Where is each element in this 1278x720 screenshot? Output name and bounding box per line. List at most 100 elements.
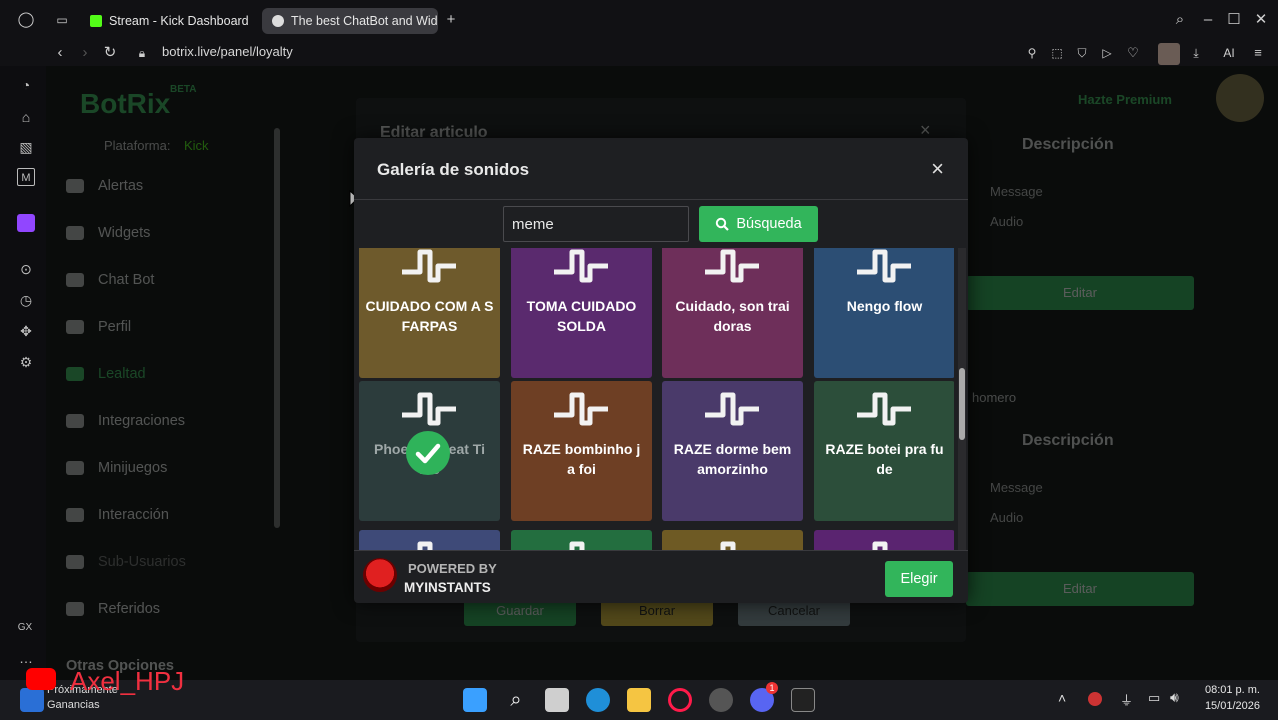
close-icon[interactable]: × — [931, 156, 944, 182]
minimize-icon[interactable]: – — [1198, 10, 1218, 30]
speed-dial-icon[interactable]: ◔ — [17, 76, 35, 94]
sidebar-item-lealtad[interactable]: Lealtad — [66, 366, 146, 382]
windows-start-icon[interactable] — [463, 688, 487, 712]
bag-icon[interactable]: ⌂ — [17, 108, 35, 126]
limiter-icon[interactable]: ▧ — [17, 138, 35, 156]
ai-button[interactable]: AI — [1214, 43, 1244, 63]
browser-sidebar: ◔ ⌂ ▧ M ⊙ ◷ ✥ ⚙ GX … — [0, 66, 46, 680]
maximize-icon[interactable]: ☐ — [1224, 10, 1244, 30]
premium-link[interactable]: Hazte Premium — [1078, 92, 1172, 107]
taskbar-time[interactable]: 08:01 p. m. — [1205, 684, 1260, 696]
sidebar-item-minijuegos[interactable]: Minijuegos — [66, 460, 167, 476]
m-icon[interactable]: M — [17, 168, 35, 186]
profile-avatar[interactable] — [1158, 43, 1180, 65]
sound-card[interactable] — [662, 530, 803, 550]
editar-button-2[interactable]: Editar — [966, 572, 1194, 606]
tray-chevron-icon[interactable]: ˄ — [1058, 690, 1066, 706]
sound-card-label: CUIDADO COM A S FARPAS — [365, 298, 494, 334]
sound-wave-icon — [417, 541, 433, 550]
message-option-2[interactable]: Message — [990, 480, 1043, 495]
sidebar-item-subusuarios[interactable]: Sub-Usuarios — [66, 554, 186, 570]
shield-icon[interactable]: ⛉ — [1072, 43, 1092, 63]
tray-app-icon[interactable] — [1088, 692, 1102, 706]
sound-card[interactable]: RAZE bombinho j a foi — [511, 381, 652, 521]
sidebar-item-integraciones[interactable]: Integraciones — [66, 413, 185, 429]
opera-menu-icon[interactable]: ◯ — [16, 10, 36, 30]
opera-gx-icon[interactable] — [668, 688, 692, 712]
twitch-icon[interactable] — [17, 214, 35, 232]
audio-option-2[interactable]: Audio — [990, 510, 1023, 525]
play-icon[interactable]: ▷ — [1097, 43, 1117, 63]
chrome-icon[interactable] — [709, 688, 733, 712]
extensions-icon[interactable]: ✥ — [17, 322, 35, 340]
sidebar-item-perfil[interactable]: Perfil — [66, 319, 131, 335]
sound-card[interactable]: RAZE botei pra fu de — [814, 381, 954, 521]
epic-games-icon[interactable] — [791, 688, 815, 712]
edge-icon[interactable] — [586, 688, 610, 712]
taskbar-date[interactable]: 15/01/2026 — [1205, 700, 1260, 712]
microphone-icon[interactable]: ⏚ — [1120, 690, 1133, 709]
close-window-icon[interactable]: ✕ — [1251, 10, 1271, 30]
search-taskbar-icon[interactable]: ⌕ — [504, 688, 528, 712]
sound-card[interactable] — [359, 530, 500, 550]
sound-card[interactable] — [814, 530, 954, 550]
address-bar: ‹ › ↻ 🔒︎ botrix.live/panel/loyalty ⚲ ⬚ ⛉… — [0, 40, 1278, 66]
message-option-1[interactable]: Message — [990, 184, 1043, 199]
sidebar-item-widgets[interactable]: Widgets — [66, 225, 150, 241]
tab-islands-icon[interactable]: ▭ — [52, 10, 72, 30]
discord-badge: 1 — [766, 682, 778, 694]
grid-scrollbar[interactable] — [958, 248, 966, 550]
botrix-logo: BotRix — [80, 88, 171, 119]
tab-kick-dashboard[interactable]: Stream - Kick Dashboard — [80, 8, 256, 34]
ai-label: AI — [1223, 46, 1235, 60]
player-icon[interactable]: ⊙ — [17, 260, 35, 278]
youtube-icon — [26, 668, 56, 690]
reload-icon[interactable]: ↻ — [100, 43, 120, 63]
audio-option-1[interactable]: Audio — [990, 214, 1023, 229]
more-icon[interactable]: … — [17, 649, 35, 667]
sound-wave-icon — [569, 541, 585, 550]
forward-icon[interactable]: › — [75, 43, 95, 63]
sidebar-scrollbar[interactable] — [274, 128, 280, 528]
descripcion-heading-1: Descripción — [1022, 136, 1114, 153]
grid-scrollbar-thumb[interactable] — [959, 368, 965, 440]
search-tabs-icon[interactable]: ⌕ — [1170, 10, 1190, 30]
settings-icon[interactable]: ⚙ — [17, 353, 35, 371]
task-view-icon[interactable] — [545, 688, 569, 712]
heart-icon[interactable]: ♡ — [1123, 43, 1143, 63]
user-avatar[interactable] — [1216, 74, 1264, 122]
sidebar-item-chatbot[interactable]: Chat Bot — [66, 272, 154, 288]
menu-icon[interactable]: ≡ — [1248, 43, 1268, 63]
sound-card[interactable]: RAZE dorme bem amorzinho — [662, 381, 803, 521]
sound-card[interactable]: Cuidado, son trai doras — [662, 248, 803, 378]
editar-button-1[interactable]: Editar — [966, 276, 1194, 310]
sound-card[interactable]: TOMA CUIDADO SOLDA — [511, 248, 652, 378]
search-button[interactable]: Búsqueda — [699, 206, 818, 242]
platform-label: Plataforma: — [104, 138, 171, 153]
sound-card[interactable]: Nengo flow — [814, 248, 954, 378]
gx-label[interactable]: GX — [14, 619, 36, 637]
sidebar-item-alertas[interactable]: Alertas — [66, 178, 143, 194]
choose-button[interactable]: Elegir — [885, 561, 953, 597]
sound-wave-icon — [720, 541, 736, 550]
back-icon[interactable]: ‹ — [50, 43, 70, 63]
file-explorer-icon[interactable] — [627, 688, 651, 712]
snapshot-icon[interactable]: ⬚ — [1047, 43, 1067, 63]
tab-botrix[interactable]: The best ChatBot and Wid — [262, 8, 438, 34]
homero-field[interactable]: homero — [972, 390, 1016, 405]
download-icon[interactable]: ⤓ — [1186, 43, 1206, 63]
sound-wave-icon — [857, 392, 911, 426]
history-icon[interactable]: ◷ — [17, 291, 35, 309]
sound-card[interactable] — [511, 530, 652, 550]
network-icon[interactable]: ▭ — [1148, 690, 1160, 706]
weather-widget-icon[interactable] — [20, 688, 44, 712]
sidebar-item-referidos[interactable]: Referidos — [66, 601, 160, 617]
pin-icon[interactable]: ⚲ — [1022, 43, 1042, 63]
new-tab-icon[interactable]: + — [441, 10, 461, 30]
sound-card[interactable]: CUIDADO COM A S FARPAS — [359, 248, 500, 378]
url-field[interactable]: botrix.live/panel/loyalty — [162, 44, 293, 59]
volume-icon[interactable]: 🔊︎ — [1170, 689, 1179, 706]
sound-wave-icon — [705, 392, 759, 426]
powered-by-label: POWERED BY — [408, 561, 497, 576]
sidebar-item-interaccion[interactable]: Interacción — [66, 507, 169, 523]
